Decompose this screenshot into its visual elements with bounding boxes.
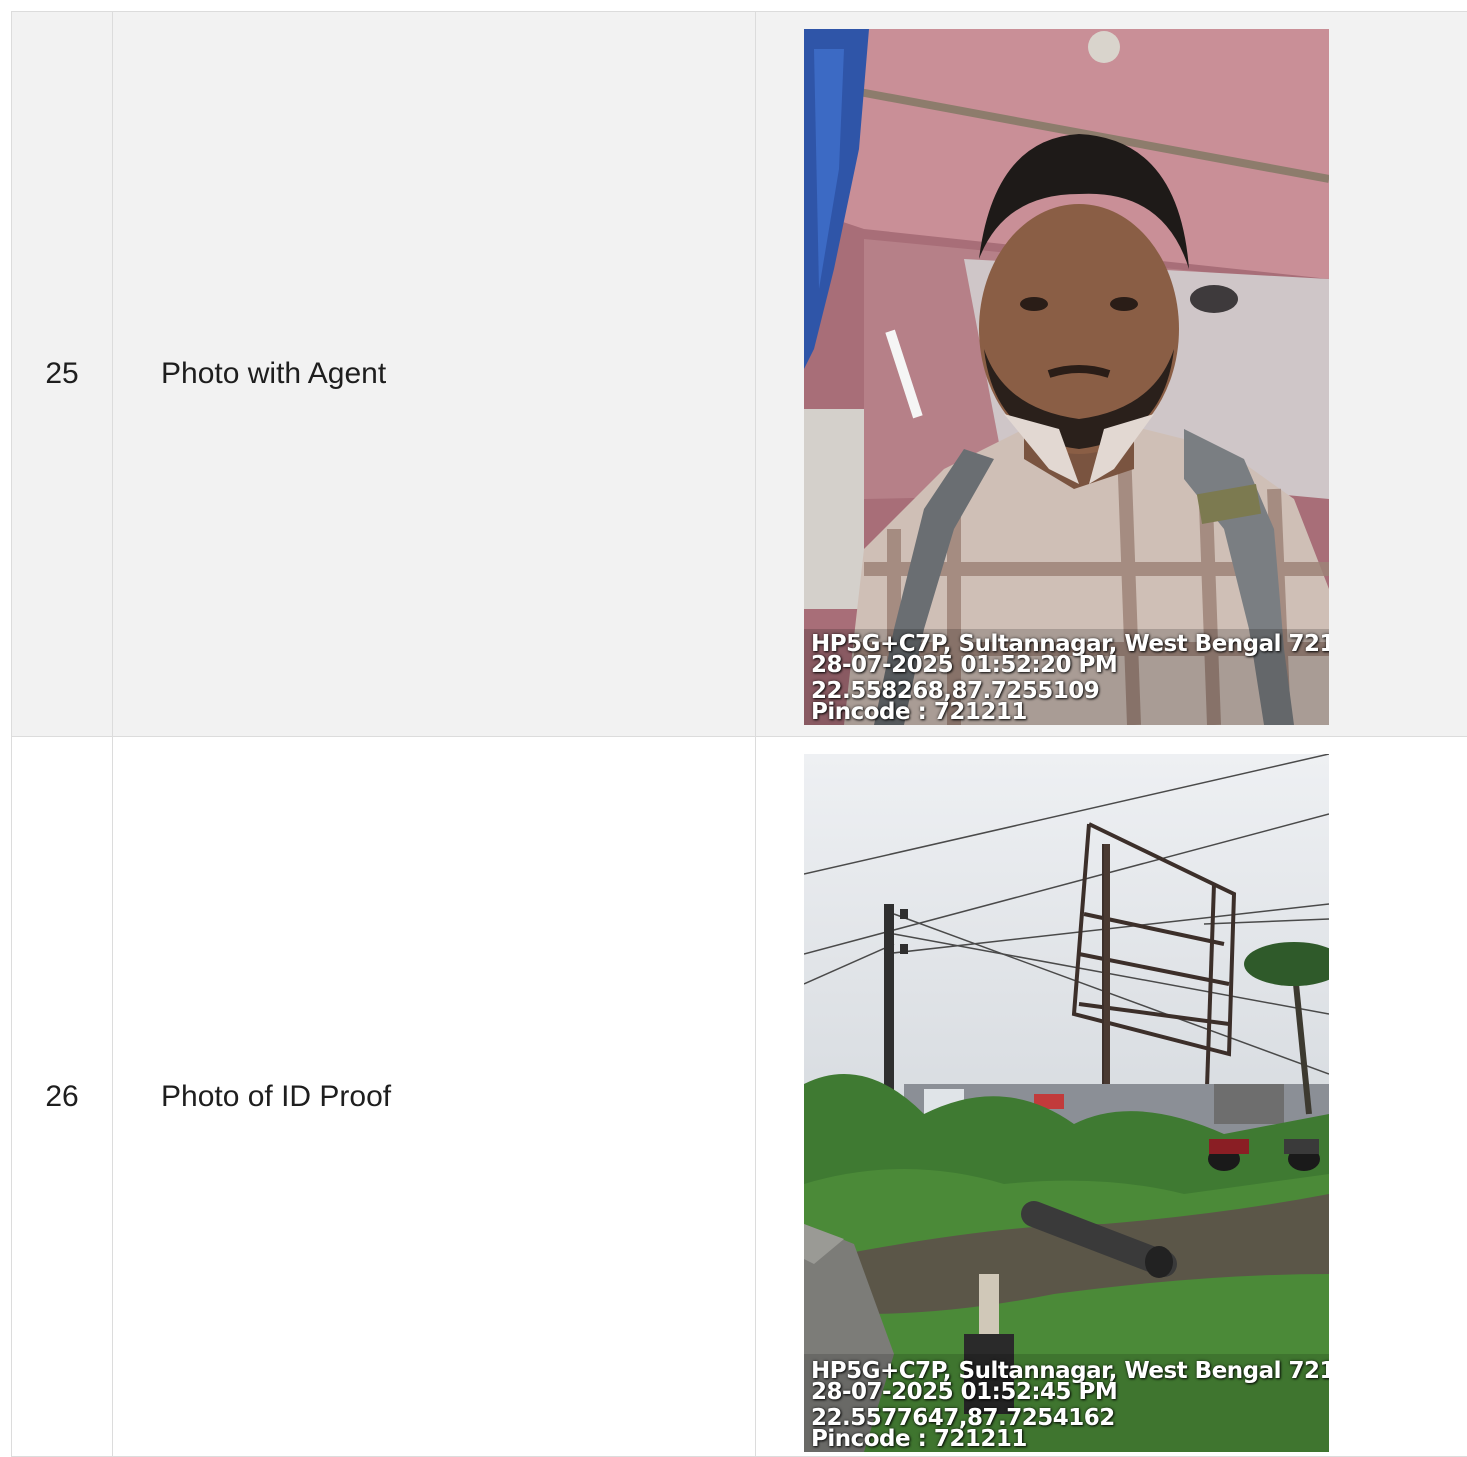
stamp-datetime: 28-07-2025 01:52:20 PM bbox=[811, 655, 1329, 676]
row-label: Photo with Agent bbox=[113, 12, 756, 737]
table-row: 25 Photo with Agent bbox=[12, 12, 1467, 737]
selfie-image bbox=[804, 29, 1329, 725]
table-row: 26 Photo of ID Proof bbox=[12, 737, 1467, 1457]
agent-selfie-photo[interactable]: HP5G+C7P, Sultannagar, West Bengal 72121… bbox=[804, 29, 1329, 725]
geotag-stamp: HP5G+C7P, Sultannagar, West Bengal 72121… bbox=[811, 634, 1329, 723]
photo-cell: HP5G+C7P, Sultannagar, West Bengal 72121… bbox=[756, 12, 1467, 737]
row-number: 26 bbox=[12, 737, 113, 1457]
photo-table: 25 Photo with Agent bbox=[11, 11, 1467, 1457]
row-number: 25 bbox=[12, 12, 113, 737]
photo-cell: HP5G+C7P, Sultannagar, West Bengal 72121… bbox=[756, 737, 1467, 1457]
id-proof-photo[interactable]: HP5G+C7P, Sultannagar, West Bengal 72121… bbox=[804, 754, 1329, 1452]
id-proof-image bbox=[804, 754, 1329, 1452]
stamp-pincode: Pincode : 721211 bbox=[811, 702, 1329, 723]
stamp-pincode: Pincode : 721211 bbox=[811, 1429, 1329, 1450]
row-label: Photo of ID Proof bbox=[113, 737, 756, 1457]
stamp-datetime: 28-07-2025 01:52:45 PM bbox=[811, 1382, 1329, 1403]
geotag-stamp: HP5G+C7P, Sultannagar, West Bengal 72121… bbox=[811, 1361, 1329, 1450]
